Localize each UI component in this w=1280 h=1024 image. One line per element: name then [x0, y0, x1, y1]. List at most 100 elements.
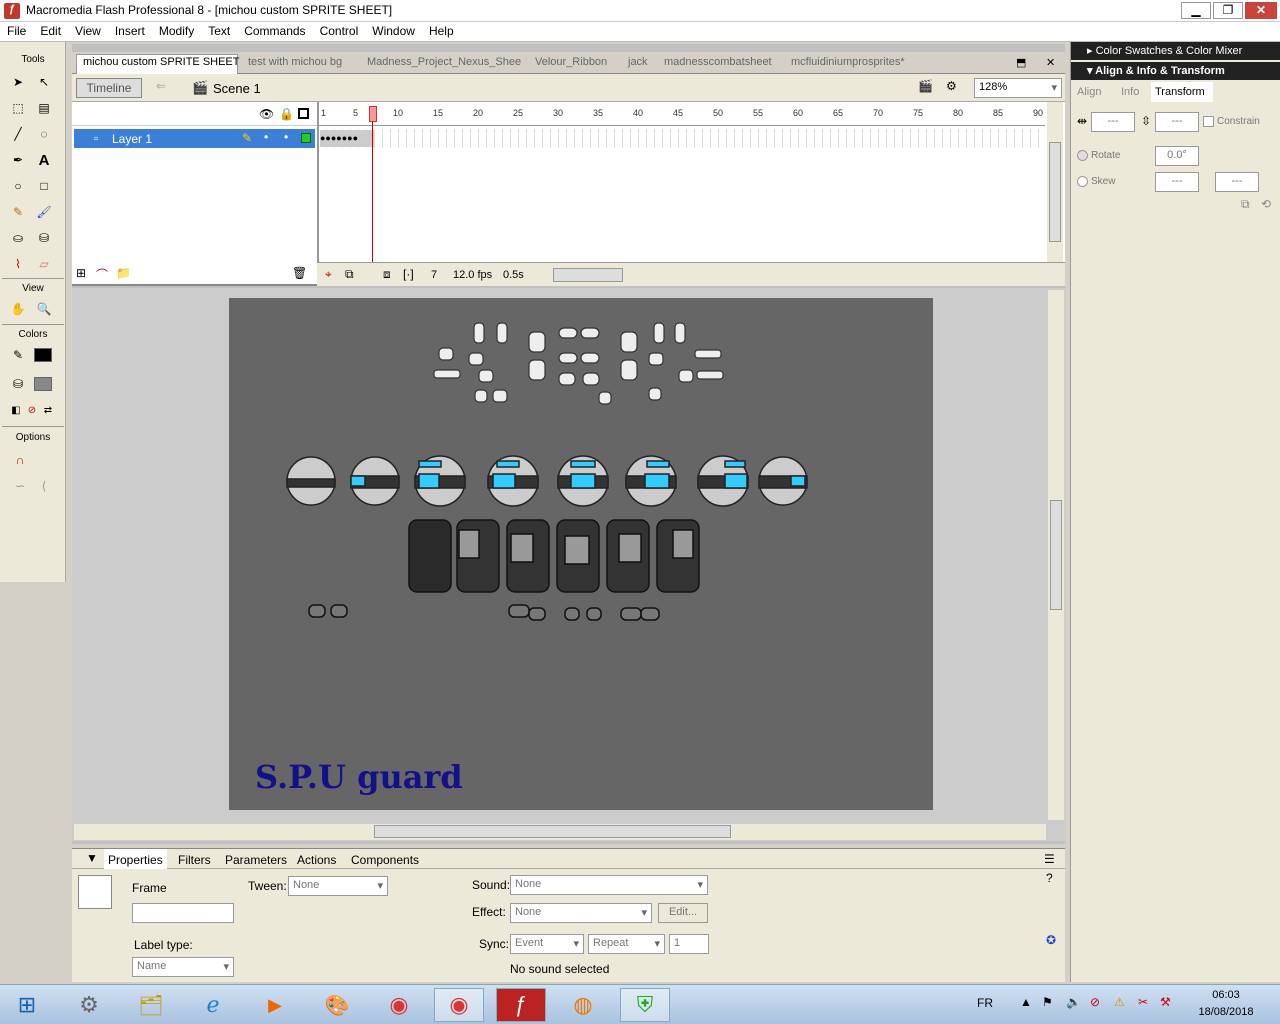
- eraser-icon[interactable]: ▱: [34, 254, 54, 274]
- menu-control[interactable]: Control: [313, 22, 366, 41]
- menu-commands[interactable]: Commands: [237, 22, 312, 41]
- menu-edit[interactable]: Edit: [33, 22, 68, 41]
- label-type-select[interactable]: Name: [132, 957, 234, 977]
- edit-button[interactable]: Edit...: [658, 903, 708, 923]
- effect-select[interactable]: None: [510, 903, 652, 923]
- start-button-icon[interactable]: ⊞: [4, 988, 50, 1022]
- edit-symbols-icon[interactable]: ⚙: [946, 79, 957, 93]
- delete-layer-icon[interactable]: 🗑: [292, 266, 307, 280]
- oval-tool-icon[interactable]: ○: [8, 176, 28, 196]
- clock-time[interactable]: 06:03: [1196, 989, 1256, 1001]
- layer-row[interactable]: ▫ Layer 1 ✎ • •: [74, 129, 315, 148]
- tab-components[interactable]: Components: [351, 853, 419, 867]
- help-icon[interactable]: ?: [1046, 871, 1053, 885]
- add-folder-icon[interactable]: 📁: [116, 266, 131, 280]
- file-explorer-icon[interactable]: 🗂: [126, 988, 176, 1022]
- edit-multiple-icon[interactable]: ⧈: [383, 267, 391, 282]
- timeline-hscroll-thumb[interactable]: [553, 268, 623, 282]
- tab-parameters[interactable]: Parameters: [225, 853, 287, 867]
- back-arrow-icon[interactable]: ⇐: [156, 79, 166, 93]
- timeline-vscroll[interactable]: [1047, 102, 1063, 262]
- skew-h-input[interactable]: ---: [1155, 172, 1199, 192]
- tab-test-michou[interactable]: test with michou bg: [248, 56, 342, 68]
- eye-icon[interactable]: 👁: [259, 107, 274, 121]
- menu-window[interactable]: Window: [365, 22, 422, 41]
- maximize-button[interactable]: ❐: [1213, 2, 1243, 19]
- layer-outline-color[interactable]: [301, 133, 311, 143]
- rotate-radio[interactable]: [1077, 150, 1088, 161]
- sound-select[interactable]: None: [510, 875, 708, 895]
- arrow-tool-icon[interactable]: ➤: [8, 72, 28, 92]
- menu-text[interactable]: Text: [201, 22, 237, 41]
- chrome-icon[interactable]: ◉: [374, 988, 424, 1022]
- stage-canvas[interactable]: S.P.U guard: [229, 298, 933, 810]
- tab-actions[interactable]: Actions: [297, 853, 336, 867]
- frame-label-input[interactable]: [132, 903, 234, 923]
- tray-app3-icon[interactable]: ⚒: [1160, 995, 1171, 1009]
- media-player-icon[interactable]: ▶: [250, 988, 300, 1022]
- tab-transform[interactable]: Transform: [1151, 82, 1213, 102]
- stroke-color-swatch[interactable]: [34, 348, 52, 362]
- tab-filters[interactable]: Filters: [178, 853, 211, 867]
- tween-select[interactable]: None: [288, 876, 388, 896]
- free-transform-icon[interactable]: ⬚: [8, 98, 28, 118]
- gradient-transform-icon[interactable]: ▤: [34, 98, 54, 118]
- reset-transform-icon[interactable]: ⟲: [1261, 197, 1271, 211]
- tab-michou-custom[interactable]: michou custom SPRITE SHEET: [83, 56, 240, 68]
- chrome-active-icon[interactable]: ◉: [434, 988, 484, 1022]
- layer-visible-dot[interactable]: •: [264, 130, 268, 144]
- tab-mcfluidinium[interactable]: mcfluidiniumprosprites*: [791, 56, 905, 68]
- snap-magnet-icon[interactable]: ∩: [10, 450, 30, 470]
- accessibility-icon[interactable]: ✪: [1046, 933, 1056, 947]
- tab-align[interactable]: Align: [1077, 86, 1101, 98]
- repeat-count[interactable]: 1: [669, 934, 709, 954]
- volume-icon[interactable]: 🔈: [1066, 995, 1081, 1009]
- lock-icon[interactable]: 🔒: [279, 107, 294, 121]
- copy-transform-icon[interactable]: ⧉: [1241, 197, 1250, 212]
- tab-madness-nexus[interactable]: Madness_Project_Nexus_Shee: [367, 56, 521, 68]
- edit-scene-icon[interactable]: 🎬: [918, 79, 933, 93]
- skew-v-input[interactable]: ---: [1215, 172, 1259, 192]
- close-doc-icon[interactable]: ✕: [1046, 56, 1055, 69]
- sync-select[interactable]: Event: [510, 934, 584, 954]
- flag-icon[interactable]: ⚑: [1042, 995, 1053, 1009]
- paint-icon[interactable]: 🎨: [312, 988, 362, 1022]
- tray-app2-icon[interactable]: ✂: [1138, 995, 1148, 1009]
- straighten-icon[interactable]: ⟨: [34, 476, 54, 496]
- language-indicator[interactable]: FR: [977, 996, 993, 1010]
- smooth-icon[interactable]: ∽: [10, 476, 30, 496]
- height-input[interactable]: ---: [1155, 112, 1199, 132]
- tab-jack[interactable]: jack: [628, 56, 648, 68]
- menu-modify[interactable]: Modify: [152, 22, 201, 41]
- restore-doc-icon[interactable]: ⬒: [1016, 56, 1026, 69]
- outline-icon[interactable]: [298, 108, 309, 119]
- collapse-arrow-icon[interactable]: ▼: [86, 851, 98, 865]
- flash-task-icon[interactable]: ƒ: [496, 988, 546, 1022]
- zoom-select[interactable]: 128%: [974, 78, 1062, 98]
- onion-markers-icon[interactable]: [·]: [403, 267, 414, 281]
- panel-options-icon[interactable]: ☰: [1044, 852, 1055, 866]
- settings-icon[interactable]: ⚙: [64, 988, 114, 1022]
- align-header[interactable]: ▾ Align & Info & Transform: [1071, 62, 1280, 80]
- menu-file[interactable]: File: [0, 22, 33, 41]
- hand-tool-icon[interactable]: ✋: [8, 299, 28, 319]
- zoom-tool-icon[interactable]: 🔍: [34, 299, 54, 319]
- timeline-toggle-button[interactable]: Timeline: [76, 78, 142, 98]
- add-motion-guide-icon[interactable]: ⌒: [96, 266, 108, 283]
- tab-properties[interactable]: Properties: [104, 849, 167, 869]
- minimize-button[interactable]: ▁: [1181, 2, 1211, 19]
- tray-app-icon[interactable]: ⚠: [1114, 995, 1125, 1009]
- menu-help[interactable]: Help: [422, 22, 461, 41]
- rotate-input[interactable]: 0.0°: [1155, 146, 1199, 166]
- firefox-icon[interactable]: ◍: [558, 988, 608, 1022]
- keyframes[interactable]: ●●●●●●●: [320, 130, 374, 147]
- center-frame-icon[interactable]: ⌖: [325, 267, 332, 282]
- onion-skin-icon[interactable]: ⧉: [345, 267, 354, 282]
- tray-expand-icon[interactable]: ▲: [1020, 995, 1032, 1009]
- width-input[interactable]: ---: [1091, 112, 1135, 132]
- line-tool-icon[interactable]: ╱: [8, 124, 28, 144]
- text-tool-icon[interactable]: A: [34, 150, 54, 170]
- swatches-header[interactable]: ▸ Color Swatches & Color Mixer: [1071, 42, 1280, 60]
- pen-tool-icon[interactable]: ✒: [8, 150, 28, 170]
- swap-colors-icon[interactable]: ⇄: [38, 400, 58, 420]
